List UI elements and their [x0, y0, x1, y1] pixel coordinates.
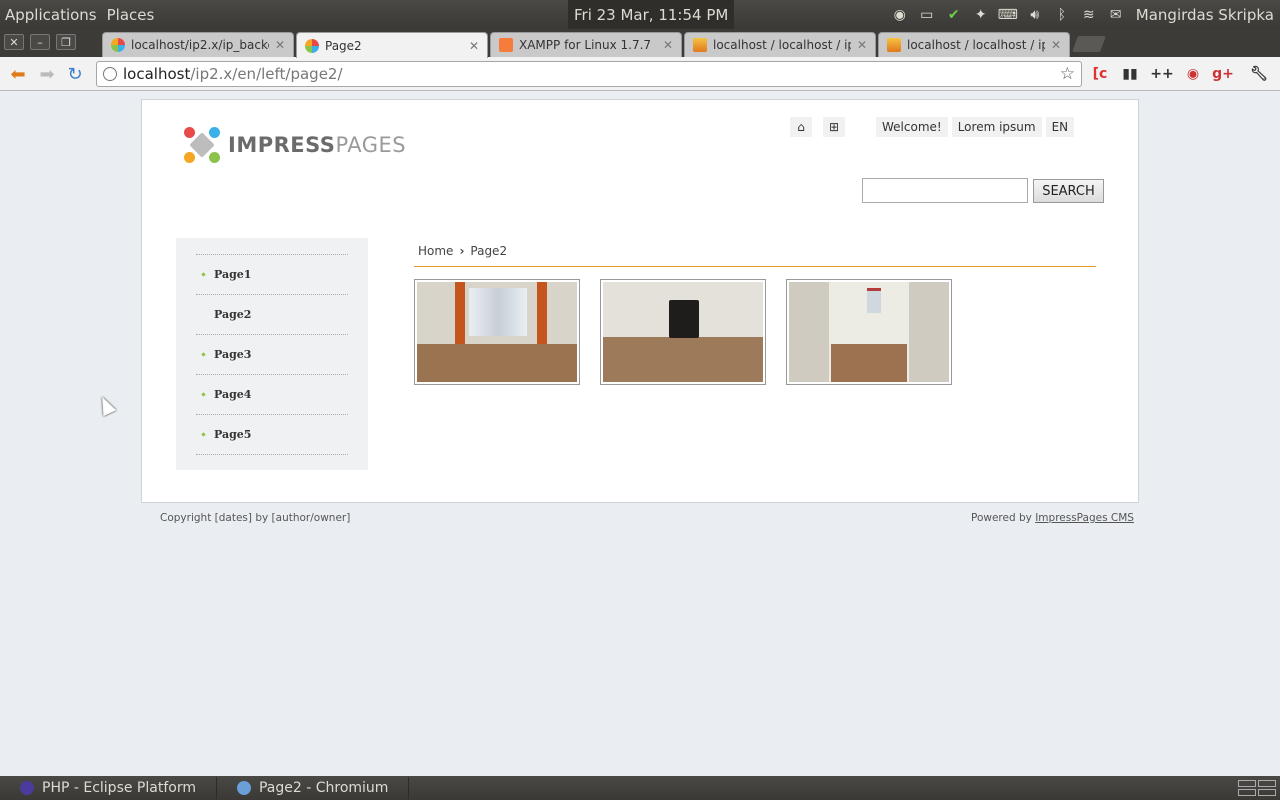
logo-mark-icon — [184, 127, 220, 163]
browser-toolbar: ⬅ ➡ ↻ localhost/ip2.x/en/left/page2/ ☆ [… — [0, 57, 1280, 91]
eclipse-icon — [20, 781, 34, 795]
system-tray: ◉ ▭ ✔ ✦ ⌨ 🔊︎ ᛒ ≋ ✉ Mangirdas Skripka — [889, 0, 1280, 29]
tab-ip-backend[interactable]: localhost/ip2.x/ip_backend ✕ — [102, 32, 294, 57]
tab-close-icon[interactable]: ✕ — [275, 38, 285, 52]
home-icon[interactable]: ⌂ — [790, 117, 812, 137]
menu-item-page5[interactable]: Page5 — [196, 415, 348, 455]
reload-icon[interactable]: ↻ — [64, 63, 86, 85]
breadcrumb-separator-icon: › — [459, 244, 465, 258]
menu-item-page1[interactable]: Page1 — [196, 255, 348, 295]
tab-phpmyadmin-2[interactable]: localhost / localhost / ip2.x ✕ — [878, 32, 1070, 57]
extension-plus-icon[interactable]: ++ — [1150, 63, 1173, 85]
bullet-icon — [201, 432, 206, 437]
menu-item-page3[interactable]: Page3 — [196, 335, 348, 375]
extension-c-icon[interactable]: [c — [1089, 63, 1111, 85]
battery-icon[interactable]: ▭ — [916, 5, 938, 25]
bottom-panel: PHP - Eclipse Platform Page2 - Chromium — [0, 776, 1280, 800]
applications-menu[interactable]: Applications — [0, 6, 102, 24]
bluetooth-icon[interactable]: ᛒ — [1051, 5, 1073, 25]
wifi-icon[interactable]: ≋ — [1078, 5, 1100, 25]
tab-xampp[interactable]: XAMPP for Linux 1.7.7 ✕ — [490, 32, 682, 57]
tab-page2[interactable]: Page2 ✕ — [296, 32, 488, 58]
sitemap-icon[interactable]: ⊞ — [823, 117, 845, 137]
top-panel: Applications Places Fri 23 Mar, 11:54 PM… — [0, 0, 1280, 29]
phpmyadmin-favicon-icon — [887, 38, 901, 52]
breadcrumb: Home › Page2 — [414, 244, 1096, 267]
mouse-cursor-icon — [95, 393, 117, 417]
bullet-icon — [201, 352, 206, 357]
workspace-switcher[interactable] — [1238, 780, 1276, 796]
topnav-link-lorem-ipsum[interactable]: Lorem ipsum — [951, 117, 1042, 137]
message-icon[interactable]: ✉ — [1105, 5, 1127, 25]
window-restore-button[interactable]: ❐ — [56, 34, 76, 50]
user-menu[interactable]: Mangirdas Skripka — [1136, 6, 1274, 24]
bullet-icon — [201, 392, 206, 397]
volume-icon[interactable]: 🔊︎ — [1024, 5, 1046, 25]
chromium-tray-icon[interactable]: ◉ — [889, 5, 911, 25]
taskbar-item-eclipse[interactable]: PHP - Eclipse Platform — [0, 777, 217, 799]
gallery-image-room-corner[interactable] — [786, 279, 952, 385]
impresspages-favicon-icon — [111, 38, 125, 52]
url-text[interactable]: localhost/ip2.x/en/left/page2/ — [123, 65, 1054, 83]
dropbox-icon[interactable]: ✦ — [970, 5, 992, 25]
back-arrow-icon[interactable]: ⬅ — [7, 63, 29, 85]
address-bar[interactable]: localhost/ip2.x/en/left/page2/ ☆ — [96, 61, 1082, 87]
extension-gplus-icon[interactable]: g+ — [1212, 63, 1234, 85]
forward-arrow-icon[interactable]: ➡ — [36, 63, 58, 85]
tab-close-icon[interactable]: ✕ — [469, 39, 479, 53]
language-selector[interactable]: EN — [1045, 117, 1075, 137]
gallery-image-room-fireplace[interactable] — [600, 279, 766, 385]
xampp-favicon-icon — [499, 38, 513, 52]
menu-item-page2[interactable]: Page2 — [196, 295, 348, 335]
search-button[interactable]: SEARCH — [1033, 179, 1104, 203]
extension-stats-icon[interactable]: ▮▮ — [1119, 63, 1141, 85]
gallery-image-room-bay-window[interactable] — [414, 279, 580, 385]
window-minimize-button[interactable]: – — [30, 34, 50, 50]
top-navigation: ⌂ ⊞ Welcome! Lorem ipsum EN — [790, 117, 1075, 137]
breadcrumb-current: Page2 — [470, 244, 508, 258]
footer-copyright: Copyright [dates] by [author/owner] — [160, 512, 351, 524]
topnav-link-welcome[interactable]: Welcome! — [876, 117, 948, 137]
image-gallery — [414, 279, 952, 385]
bookmark-star-icon[interactable]: ☆ — [1060, 64, 1075, 84]
tab-close-icon[interactable]: ✕ — [1051, 38, 1061, 52]
chromium-icon — [236, 781, 251, 795]
tab-phpmyadmin-1[interactable]: localhost / localhost / ip2.x ✕ — [684, 32, 876, 57]
keyboard-icon[interactable]: ⌨ — [997, 5, 1019, 25]
tab-strip: ✕ – ❐ localhost/ip2.x/ip_backend ✕ Page2… — [0, 29, 1280, 58]
extension-compass-icon[interactable]: ◉ — [1182, 63, 1204, 85]
tab-label: XAMPP for Linux 1.7.7 — [519, 38, 652, 52]
page-viewport: IMPRESSPAGES ⌂ ⊞ Welcome! Lorem ipsum EN… — [0, 92, 1280, 776]
phpmyadmin-favicon-icon — [693, 38, 707, 52]
impresspages-cms-link[interactable]: ImpressPages CMS — [1035, 512, 1134, 524]
impresspages-favicon-icon — [305, 38, 319, 53]
site-container: IMPRESSPAGES ⌂ ⊞ Welcome! Lorem ipsum EN… — [141, 99, 1139, 503]
new-tab-button[interactable] — [1072, 36, 1106, 52]
tab-label: Page2 — [325, 38, 362, 53]
clock[interactable]: Fri 23 Mar, 11:54 PM — [568, 0, 735, 29]
tab-close-icon[interactable]: ✕ — [663, 38, 673, 52]
bullet-icon — [201, 312, 205, 316]
window-close-button[interactable]: ✕ — [4, 34, 24, 50]
check-icon[interactable]: ✔ — [943, 5, 965, 25]
search-input[interactable] — [862, 178, 1028, 203]
tab-label: localhost / localhost / ip2.x — [907, 38, 1045, 52]
tab-close-icon[interactable]: ✕ — [857, 38, 867, 52]
places-menu[interactable]: Places — [102, 6, 160, 24]
globe-icon — [103, 67, 117, 81]
menu-item-page4[interactable]: Page4 — [196, 375, 348, 415]
wrench-icon[interactable]: 🔧︎ — [1248, 63, 1270, 85]
bullet-icon — [201, 272, 206, 277]
taskbar-item-chromium[interactable]: Page2 - Chromium — [217, 777, 410, 799]
breadcrumb-home-link[interactable]: Home — [418, 244, 453, 266]
tab-label: localhost/ip2.x/ip_backend — [131, 38, 269, 52]
footer-powered-by: Powered by ImpressPages CMS — [971, 512, 1134, 524]
left-menu: Page1 Page2 Page3 Page4 Page5 — [176, 238, 368, 470]
impresspages-logo[interactable]: IMPRESSPAGES — [184, 127, 406, 163]
tab-label: localhost / localhost / ip2.x — [713, 38, 851, 52]
logo-text: IMPRESSPAGES — [228, 133, 407, 157]
